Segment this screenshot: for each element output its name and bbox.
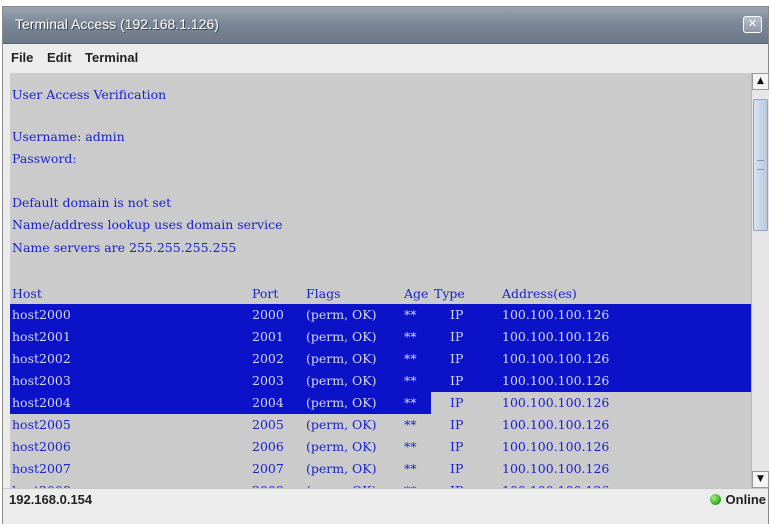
cell-address: 100.100.100.126 xyxy=(502,461,610,476)
cell-port: 2007 xyxy=(252,461,284,476)
cell-port: 2000 xyxy=(252,307,284,322)
connection-status-label: Online xyxy=(725,492,766,507)
cell-host: host2003 xyxy=(12,373,71,388)
cell-port: 2003 xyxy=(252,373,284,388)
table-row[interactable]: host2002 2002 (perm, OK) ** IP 100.100.100.12… xyxy=(10,348,751,370)
grip-icon xyxy=(757,160,764,170)
host-table-header: Host Port Flags Age Type Address(es) xyxy=(10,283,751,304)
terminal-line: Name/address lookup uses domain service xyxy=(12,217,283,232)
cell-address: 100.100.100.126 xyxy=(502,439,610,454)
cell-host: host2002 xyxy=(12,351,71,366)
cell-age: ** xyxy=(404,307,417,322)
cell-age: ** xyxy=(404,461,417,476)
terminal-line: Default domain is not set xyxy=(12,195,172,210)
cell-flags: (perm, OK) xyxy=(306,373,377,388)
scroll-down-icon[interactable]: ▼ xyxy=(752,471,769,488)
cell-host: host2005 xyxy=(12,417,71,432)
terminal-line: User Access Verification xyxy=(12,87,167,102)
cell-address: 100.100.100.126 xyxy=(502,373,610,388)
terminal-line: Name servers are 255.255.255.255 xyxy=(12,240,237,255)
cell-address: 100.100.100.126 xyxy=(502,417,610,432)
cell-port: 2002 xyxy=(252,351,284,366)
cell-address: 100.100.100.126 xyxy=(502,307,610,322)
cell-type: IP xyxy=(450,351,464,366)
cell-host: host2004 xyxy=(12,395,71,410)
table-row[interactable]: host2000 2000 (perm, OK) ** IP 100.100.100.12… xyxy=(10,304,751,326)
connection-status: Online xyxy=(709,492,766,507)
column-header-address: Address(es) xyxy=(502,286,577,301)
cell-type: IP xyxy=(450,373,464,388)
cell-age: ** xyxy=(404,329,417,344)
scroll-thumb[interactable] xyxy=(753,99,768,231)
cell-port: 2005 xyxy=(252,417,284,432)
terminal-line: Password: xyxy=(12,151,77,166)
cell-flags: (perm, OK) xyxy=(306,351,377,366)
cell-port: 2001 xyxy=(252,329,284,344)
status-bar: 192.168.0.154 Online xyxy=(3,488,768,524)
cell-type: IP xyxy=(450,307,464,322)
terminal-window: Terminal Access (192.168.1.126) ✕ File E… xyxy=(2,6,769,524)
cell-type: IP xyxy=(450,439,464,454)
cell-type: IP xyxy=(450,461,464,476)
cell-flags: (perm, OK) xyxy=(306,439,377,454)
cell-type: IP xyxy=(450,329,464,344)
status-indicator-icon xyxy=(709,494,721,505)
menu-terminal[interactable]: Terminal xyxy=(85,50,138,65)
title-bar[interactable]: Terminal Access (192.168.1.126) ✕ xyxy=(3,7,768,44)
close-icon[interactable]: ✕ xyxy=(743,16,762,33)
cell-age: ** xyxy=(404,480,417,488)
table-row[interactable]: host2004 2004 (perm, OK) ** IP 100.100.100.12… xyxy=(10,392,751,414)
scroll-up-icon[interactable]: ▲ xyxy=(752,73,769,90)
cell-type: IP xyxy=(450,395,464,410)
vertical-scrollbar[interactable]: ▲ ▼ xyxy=(751,73,769,488)
cell-host: host2000 xyxy=(12,307,71,322)
cell-flags: (perm, OK) xyxy=(306,329,377,344)
cell-type: IP xyxy=(450,417,464,432)
cell-flags: (perm, OK) xyxy=(306,395,377,410)
column-header-host: Host xyxy=(12,286,42,301)
cell-host: host2001 xyxy=(12,329,71,344)
cell-type: IP xyxy=(450,480,463,488)
cell-address: 100.100.100.126 xyxy=(502,329,610,344)
cell-port: 2004 xyxy=(252,395,284,410)
cell-address: 100.100.100.126 xyxy=(502,480,609,488)
cell-flags: (perm, OK) xyxy=(306,307,377,322)
cell-address: 100.100.100.126 xyxy=(502,351,610,366)
cell-age: ** xyxy=(404,417,417,432)
window-title: Terminal Access (192.168.1.126) xyxy=(15,16,219,32)
table-row[interactable]: host2001 2001 (perm, OK) ** IP 100.100.100.12… xyxy=(10,326,751,348)
cell-flags: (perm, OK) xyxy=(306,461,377,476)
menu-file[interactable]: File xyxy=(11,50,33,65)
cell-address: 100.100.100.126 xyxy=(502,395,610,410)
cell-host: host2007 xyxy=(12,461,71,476)
cell-port: 2008 xyxy=(252,480,284,488)
status-host-address: 192.168.0.154 xyxy=(9,492,93,507)
cell-age: ** xyxy=(404,373,417,388)
column-header-port: Port xyxy=(252,286,279,301)
terminal-output[interactable]: User Access Verification Username: admin… xyxy=(10,73,751,488)
cell-age: ** xyxy=(404,395,417,410)
table-row[interactable]: host2006 2006 (perm, OK) ** IP 100.100.100.12… xyxy=(10,436,751,458)
cell-port: 2006 xyxy=(252,439,284,454)
terminal-line: Username: admin xyxy=(12,129,125,144)
column-header-type: Type xyxy=(434,286,465,301)
menu-bar: File Edit Terminal xyxy=(3,44,768,70)
column-header-flags: Flags xyxy=(306,286,341,301)
table-row[interactable]: host2003 2003 (perm, OK) ** IP 100.100.100.12… xyxy=(10,370,751,392)
table-row[interactable]: host2005 2005 (perm, OK) ** IP 100.100.100.12… xyxy=(10,414,751,436)
table-row[interactable]: host2008 2008 (perm, OK) ** IP 100.100.100.12… xyxy=(10,480,751,488)
cell-age: ** xyxy=(404,439,417,454)
cell-flags: (perm, OK) xyxy=(306,480,377,488)
cell-flags: (perm, OK) xyxy=(306,417,377,432)
menu-edit[interactable]: Edit xyxy=(47,50,72,65)
cell-host: host2008 xyxy=(12,480,71,488)
table-row[interactable]: host2007 2007 (perm, OK) ** IP 100.100.100.12… xyxy=(10,458,751,480)
column-header-age: Age xyxy=(404,286,429,301)
cell-age: ** xyxy=(404,351,417,366)
cell-host: host2006 xyxy=(12,439,71,454)
